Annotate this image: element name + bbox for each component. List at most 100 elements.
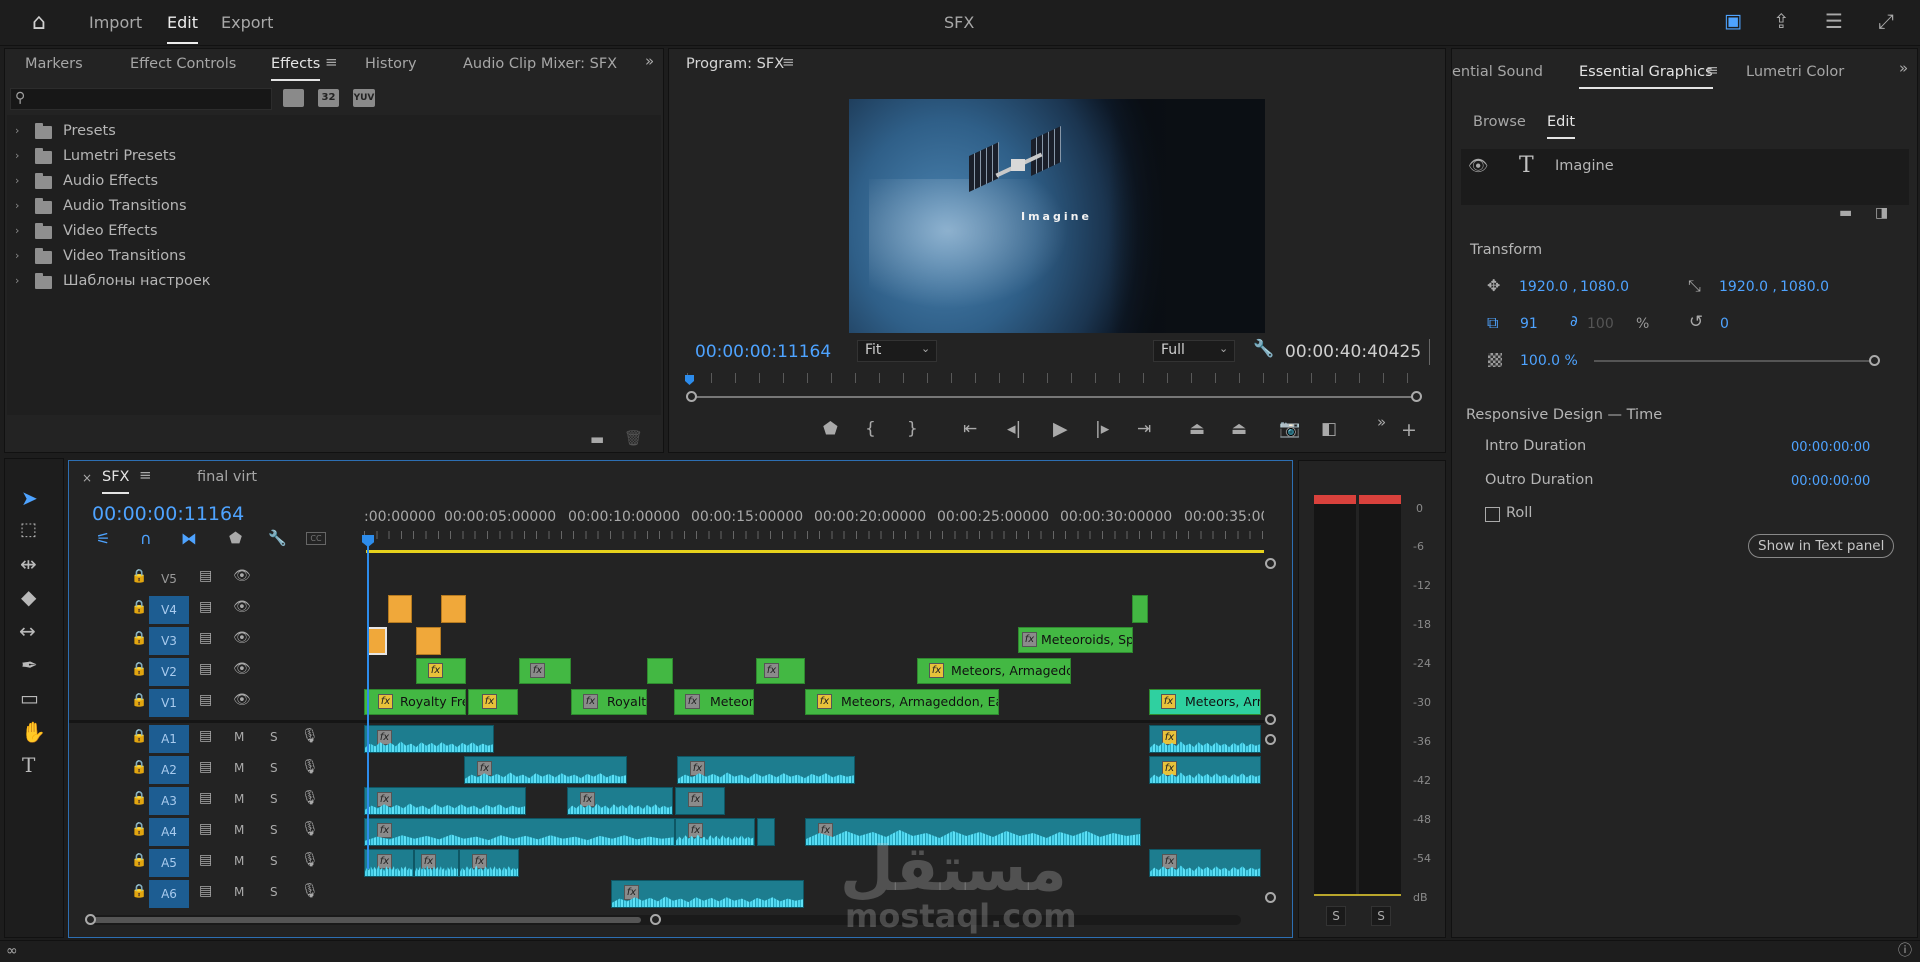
audio-clip[interactable]: fx (364, 725, 494, 753)
more-tabs-icon[interactable]: » (645, 54, 654, 69)
solo-button[interactable]: S (270, 823, 278, 837)
horizontal-scroll-handle-left[interactable] (85, 914, 96, 925)
subtab-browse[interactable]: Browse (1473, 114, 1526, 130)
mute-button[interactable]: M (234, 730, 244, 744)
step-back-icon[interactable]: ◂| (1007, 421, 1021, 438)
sync-lock-icon[interactable]: ▤ (199, 600, 212, 614)
track-label[interactable]: A5 (149, 849, 189, 877)
step-forward-icon[interactable]: |▸ (1095, 421, 1109, 438)
eye-icon[interactable]: 👁 (1468, 158, 1488, 174)
play-icon[interactable]: ▶ (1053, 420, 1068, 439)
anchor-x[interactable]: 1920.0 , (1719, 279, 1777, 295)
scale-value[interactable]: 91 (1520, 316, 1538, 332)
video-clip[interactable]: fx Royalt (571, 689, 647, 715)
chevron-right-icon[interactable]: › (15, 174, 19, 187)
horizontal-scroll-handle-right[interactable] (650, 914, 661, 925)
nav-export[interactable]: Export (221, 13, 273, 32)
vertical-scroll-knob[interactable] (1265, 734, 1276, 745)
solo-button[interactable]: S (270, 730, 278, 744)
audio-clip[interactable]: fx (567, 787, 673, 815)
mute-button[interactable]: M (234, 761, 244, 775)
chevron-right-icon[interactable]: › (15, 199, 19, 212)
eye-icon[interactable]: 👁 (233, 600, 251, 614)
track-label[interactable]: V1 (149, 689, 189, 717)
info-icon[interactable]: ⓘ (1898, 944, 1912, 958)
lock-icon[interactable]: 🔒 (131, 823, 147, 836)
mute-button[interactable]: M (234, 854, 244, 868)
sync-lock-icon[interactable]: ▤ (199, 853, 212, 867)
link-icon[interactable]: ∂ (1570, 314, 1578, 329)
go-to-out-icon[interactable]: ⇥ (1137, 421, 1151, 438)
video-clip[interactable]: fx (756, 658, 805, 684)
program-current-time[interactable]: 00:00:00:11164 (695, 342, 831, 362)
tree-item-video-transitions[interactable]: › Video Transitions (7, 244, 657, 268)
subtab-edit[interactable]: Edit (1547, 114, 1576, 139)
lift-icon[interactable]: ⏏ (1189, 421, 1205, 438)
selection-tool-icon[interactable]: ➤ (21, 486, 38, 510)
vertical-scroll-knob[interactable] (1265, 558, 1276, 569)
microphone-icon[interactable]: 🎙 (301, 729, 319, 743)
audio-clip[interactable]: fx (1149, 756, 1261, 784)
video-clip[interactable]: fx (416, 658, 466, 684)
video-clip[interactable]: fx (519, 658, 571, 684)
panel-menu-icon[interactable]: ≡ (1706, 63, 1719, 78)
slip-tool-icon[interactable]: ↔ (19, 619, 36, 643)
accelerated-filter-icon[interactable] (283, 89, 304, 107)
track-label[interactable]: V3 (149, 627, 189, 655)
track-label[interactable]: A6 (149, 880, 189, 908)
sync-lock-icon[interactable]: ▤ (199, 822, 212, 836)
track-select-tool-icon[interactable]: ⬚ (20, 519, 37, 540)
tab-sequence-sfx[interactable]: SFX (102, 469, 130, 494)
tab-essential-sound[interactable]: ential Sound (1452, 64, 1543, 80)
lock-icon[interactable]: 🔒 (131, 885, 147, 898)
audio-clip[interactable]: fx (675, 818, 755, 846)
track-label[interactable]: A3 (149, 787, 189, 815)
video-clip[interactable] (1132, 595, 1148, 623)
wrench-icon[interactable]: 🔧 (1253, 341, 1274, 358)
tab-essential-graphics[interactable]: Essential Graphics (1579, 64, 1713, 89)
mark-in-icon[interactable]: { (865, 421, 876, 438)
timeline-settings-wrench-icon[interactable]: 🔧 (268, 531, 287, 546)
video-clip[interactable]: fx Meteor (674, 689, 754, 715)
panel-menu-icon[interactable]: ≡ (139, 468, 152, 483)
video-clip[interactable] (647, 658, 673, 684)
type-tool-icon[interactable]: T (22, 753, 35, 777)
video-frame[interactable]: Imagine (849, 99, 1265, 333)
yuv-filter-icon[interactable]: YUV (353, 89, 375, 107)
vertical-scroll-knob[interactable] (1265, 714, 1276, 725)
timeline-current-time[interactable]: 00:00:00:11164 (92, 503, 244, 525)
eye-icon[interactable]: 👁 (233, 631, 251, 645)
solo-button[interactable]: S (270, 854, 278, 868)
video-clip[interactable]: fx Royalty Fre (364, 689, 466, 715)
zoom-scrollbar[interactable] (691, 396, 1417, 398)
chevron-right-icon[interactable]: › (15, 224, 19, 237)
sync-lock-icon[interactable]: ▤ (199, 569, 212, 583)
solo-right-button[interactable]: S (1371, 906, 1391, 926)
effects-search-input[interactable] (31, 90, 266, 108)
new-bin-icon[interactable]: ▬ (590, 432, 604, 447)
position-x[interactable]: 1920.0 , (1519, 279, 1577, 295)
add-marker-icon[interactable]: ⬟ (229, 531, 242, 546)
anchor-y[interactable]: 1080.0 (1780, 279, 1829, 295)
solo-button[interactable]: S (270, 792, 278, 806)
tree-item-audio-effects[interactable]: › Audio Effects (7, 169, 657, 193)
track-label[interactable]: V2 (149, 658, 189, 686)
video-clip[interactable]: fx (468, 689, 518, 715)
microphone-icon[interactable]: 🎙 (301, 822, 319, 836)
track-label[interactable]: A1 (149, 725, 189, 753)
fullscreen-icon[interactable]: ⤢ (1878, 11, 1894, 31)
eye-icon[interactable]: 👁 (233, 662, 251, 676)
track-label[interactable]: A2 (149, 756, 189, 784)
snap-magnet-icon[interactable]: ∩ (140, 531, 152, 547)
lock-icon[interactable]: 🔒 (131, 601, 147, 614)
rectangle-tool-icon[interactable]: ▭ (20, 686, 39, 710)
hand-tool-icon[interactable]: ✋ (21, 720, 46, 744)
program-monitor-title[interactable]: Program: SFX (686, 56, 784, 72)
audio-clip[interactable]: fx (459, 849, 519, 877)
audio-clip[interactable]: fx (1149, 725, 1261, 753)
close-tab-icon[interactable]: × (82, 471, 92, 485)
audio-clip[interactable]: fx (675, 787, 725, 815)
tree-item-preset-templates[interactable]: › Шаблоны настроек (7, 269, 657, 293)
playhead-marker[interactable] (685, 375, 694, 385)
lock-icon[interactable]: 🔒 (131, 730, 147, 743)
